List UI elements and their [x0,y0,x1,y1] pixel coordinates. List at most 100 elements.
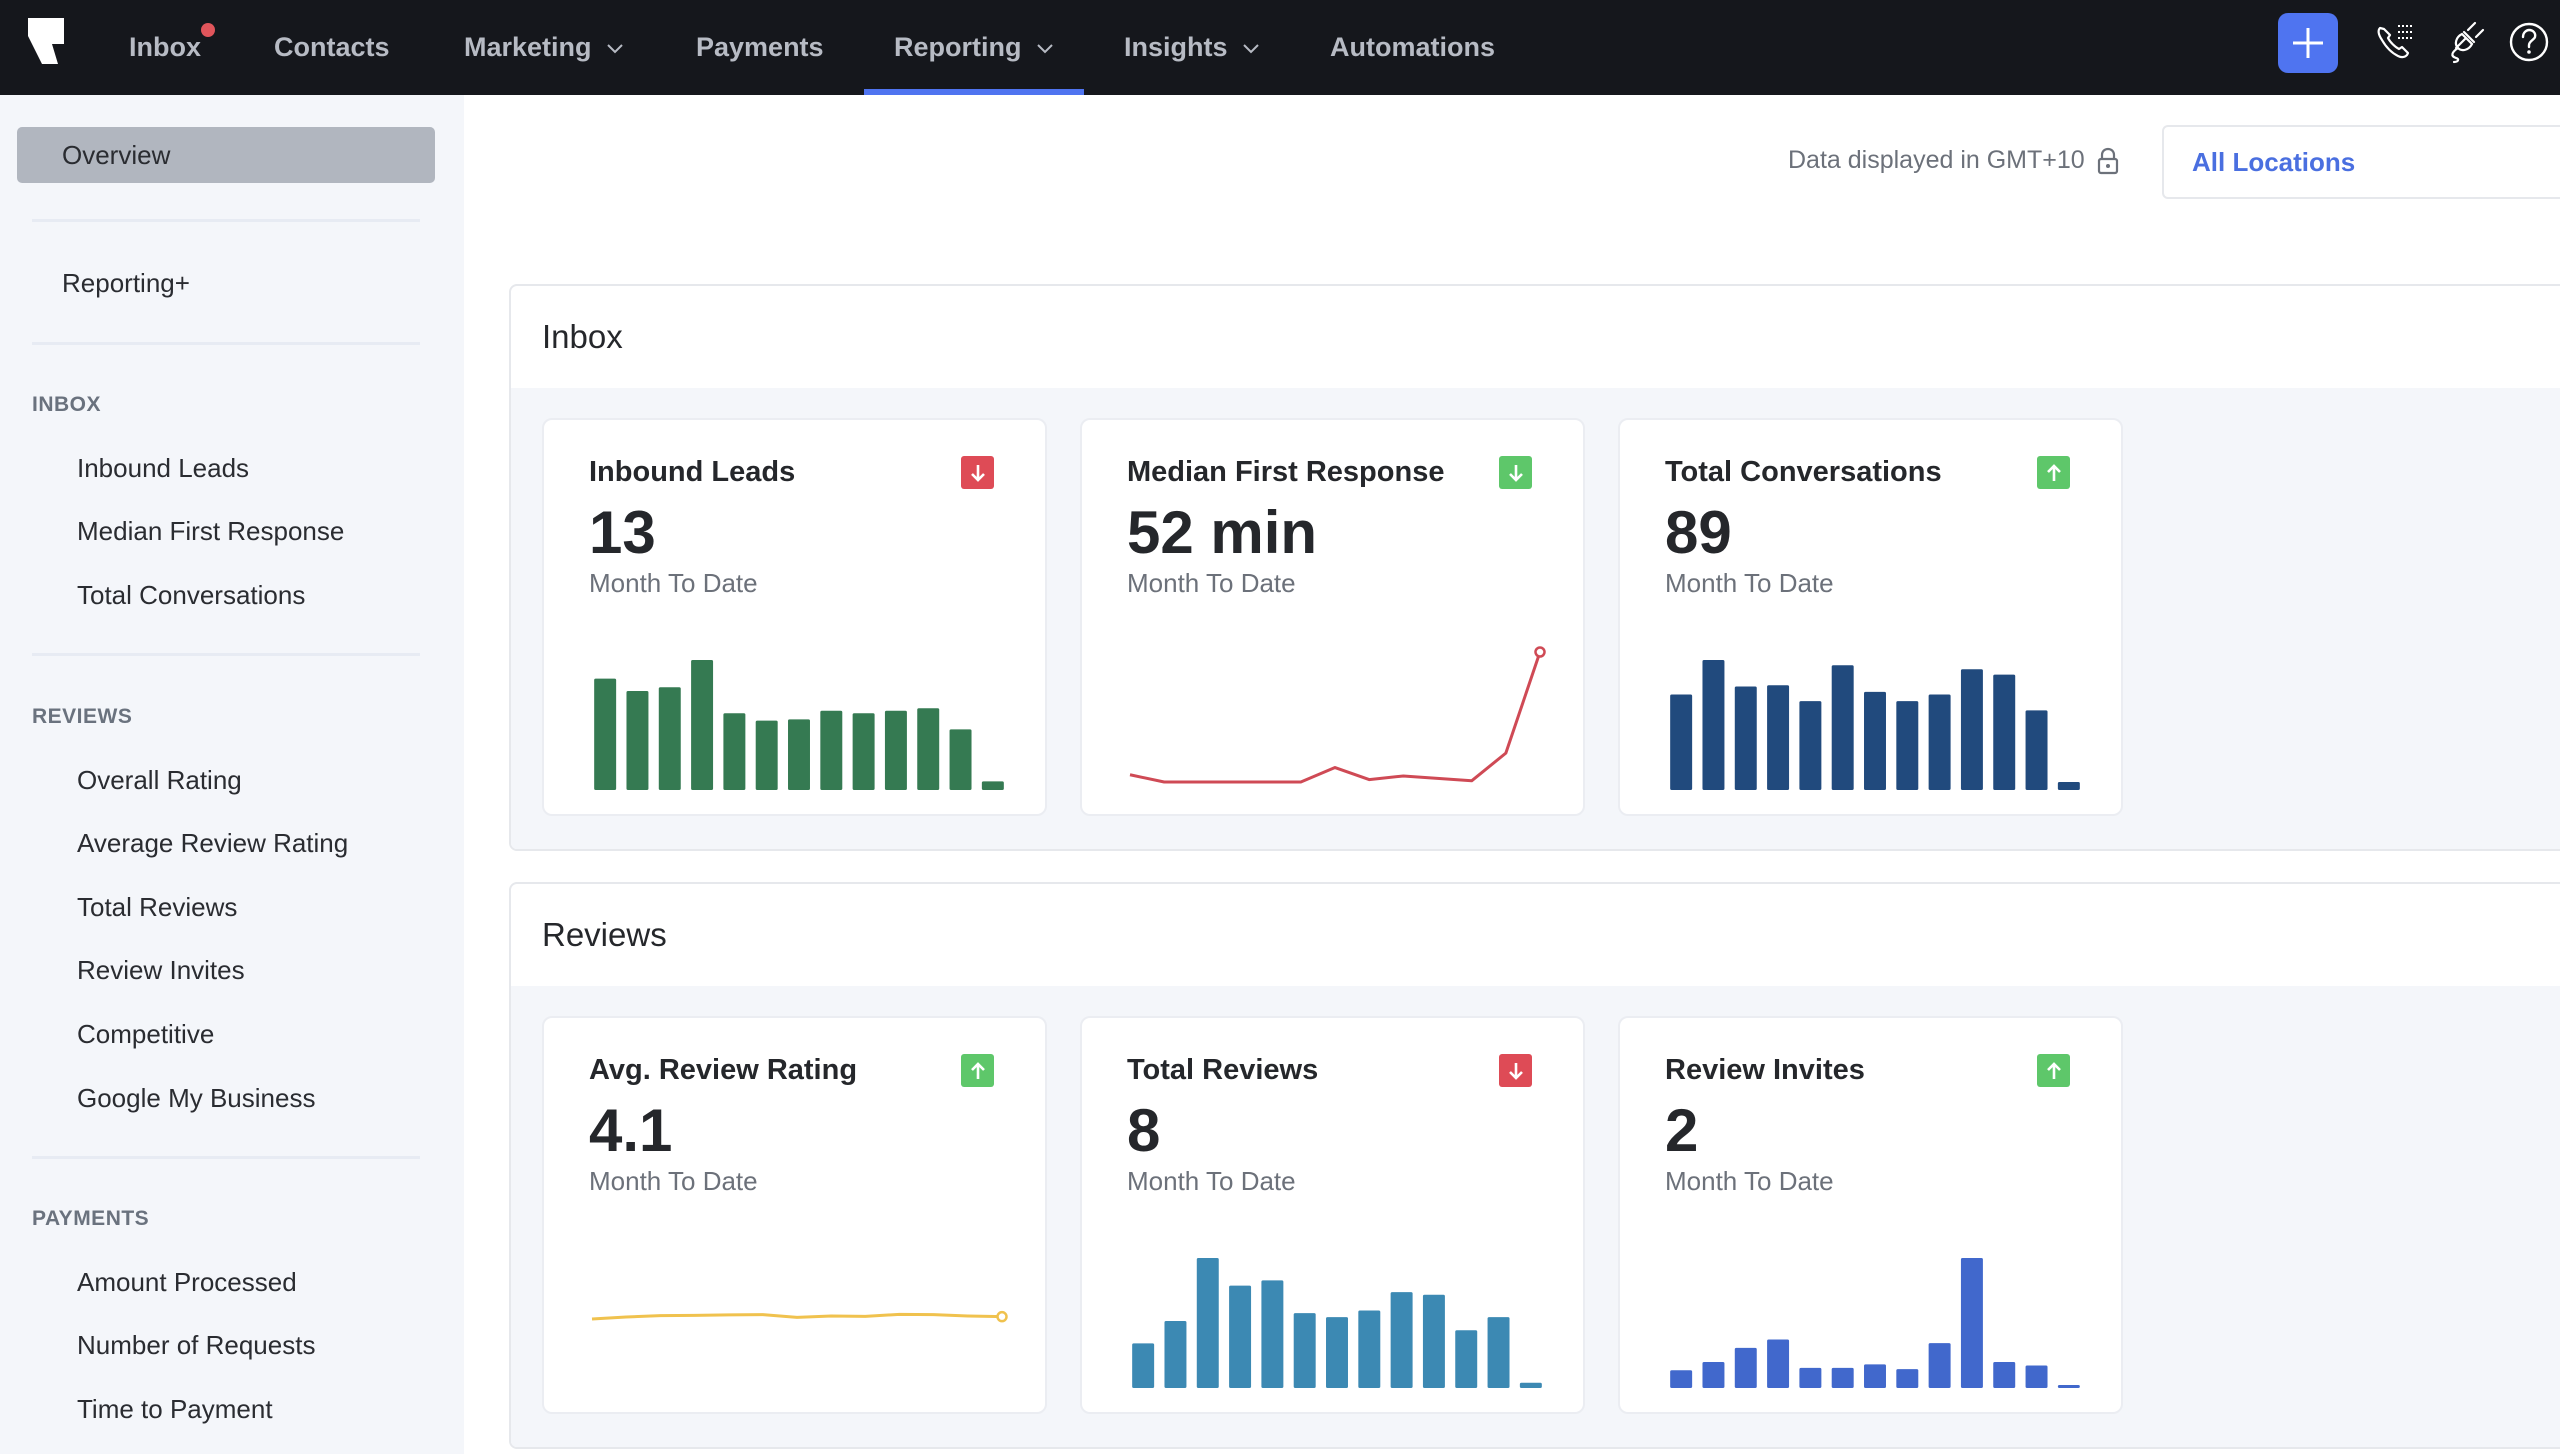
chart-bar [2025,710,2048,790]
nav-reporting[interactable]: Reporting [864,0,1083,95]
metric-card-total-reviews[interactable]: Total Reviews 8 Month To Date [1080,1016,1585,1414]
chart-line [591,1312,1003,1321]
chart-bar [1229,1285,1252,1388]
sidebar-item-inbound-leads[interactable]: Inbound Leads [77,453,249,484]
lock-icon [2097,147,2118,174]
card-period: Month To Date [589,568,758,598]
sidebar-item-overview[interactable]: Overview [17,127,435,183]
sidebar-item-overall-rating[interactable]: Overall Rating [77,765,242,796]
chart-bar [1196,1258,1219,1388]
chart-bar [820,710,843,790]
chevron-down-icon [606,43,623,53]
metric-card-review-invites[interactable]: Review Invites 2 Month To Date [1618,1016,2123,1414]
chart-bar [1799,701,1822,790]
chart-bar [2057,782,2080,790]
card-value: 89 [1665,499,1732,566]
sidebar-item-total-conversations[interactable]: Total Conversations [77,580,305,611]
panel-title: Inbox [542,318,623,355]
chart-bar [1132,1343,1155,1388]
sidebar-item-median-first-response[interactable]: Median First Response [77,516,344,547]
sidebar-heading-payments: PAYMENTS [32,1207,150,1230]
top-navbar: Inbox Contacts Marketing Payments Report… [0,0,2560,95]
chart-line [1129,651,1542,784]
trend-down-badge [1499,456,1532,489]
chart-last-point [996,1310,1008,1323]
nav-payments[interactable]: Payments [696,0,824,95]
nav-insights[interactable]: Insights [1124,0,1260,95]
trend-up-badge [961,1054,994,1087]
nav-inbox[interactable]: Inbox [129,0,215,95]
metric-card-avg-review-rating[interactable]: Avg. Review Rating 4.1 Month To Date [542,1016,1047,1414]
chart-bar [1767,685,1790,790]
nav-contacts-label: Contacts [274,32,390,62]
chart-bar [1422,1294,1445,1388]
sidebar-item-review-invites[interactable]: Review Invites [77,955,245,986]
chart-bar [852,713,875,790]
chart-bar [1993,674,2016,790]
chart-bar [1960,669,1983,790]
plug-icon[interactable] [2442,20,2486,64]
sidebar-item-time-to-payment[interactable]: Time to Payment [77,1394,273,1425]
chart-bar [788,719,810,790]
chart-bar [1390,1292,1413,1388]
chart-bar [1487,1317,1510,1388]
sidebar-item-google-my-business[interactable]: Google My Business [77,1083,315,1114]
chart-bar [1734,686,1757,790]
panel-body: Avg. Review Rating 4.1 Month To Date Tot… [511,986,2560,1447]
sidebar-divider [32,653,420,656]
arrow-down-icon [1508,1062,1523,1080]
chart-bar [1455,1330,1478,1388]
metric-card-inbound-leads[interactable]: Inbound Leads 13 Month To Date [542,418,1047,816]
help-icon[interactable] [2507,20,2551,64]
sidebar-item-competitive[interactable]: Competitive [77,1019,214,1050]
sidebar-item-amount-processed[interactable]: Amount Processed [77,1267,297,1298]
sidebar-item-average-review-rating[interactable]: Average Review Rating [77,828,348,859]
chevron-down-icon [1036,43,1053,53]
nav-automations-label: Automations [1330,32,1495,62]
call-list-icon[interactable] [2374,20,2418,64]
card-title: Total Conversations [1665,456,1942,488]
chart-bar [626,690,649,790]
chart-bar [691,660,714,790]
chart-bar [2057,1385,2080,1388]
nav-marketing-label: Marketing [464,32,592,62]
nav-contacts[interactable]: Contacts [274,0,390,95]
chart-bar [1519,1382,1542,1388]
sidebar-divider [32,1156,420,1159]
chart-bar [917,708,940,790]
chart-bar [1831,665,1854,790]
card-title: Avg. Review Rating [589,1054,858,1086]
metric-card-total-conversations[interactable]: Total Conversations 89 Month To Date [1618,418,2123,816]
panel-body: Inbound Leads 13 Month To Date Median Fi… [511,388,2560,849]
chart-bar [1670,1370,1693,1388]
nav-insights-label: Insights [1124,32,1228,62]
chart-bar [1896,701,1919,790]
sparkline-chart [1670,1258,2080,1388]
chart-bar [1702,660,1725,790]
nav-marketing[interactable]: Marketing [464,0,624,95]
timezone-text: Data displayed in GMT+10 [1788,146,2085,174]
chart-bar [981,781,1004,790]
chart-bar [658,687,681,790]
sparkline-chart [591,1310,1008,1323]
card-title: Inbound Leads [589,456,796,488]
nav-reporting-label: Reporting [894,32,1022,62]
chart-bar [1261,1280,1284,1388]
sparkline-chart [1132,1258,1542,1388]
sidebar-item-number-of-requests[interactable]: Number of Requests [77,1330,315,1361]
sidebar-divider [32,342,420,345]
sidebar-heading-inbox: INBOX [32,393,102,416]
card-value: 4.1 [589,1097,673,1164]
logo-icon[interactable] [28,18,68,66]
add-button[interactable] [2278,13,2338,73]
sidebar-item-reporting-plus[interactable]: Reporting+ [62,268,190,299]
chart-bar [1993,1362,2016,1388]
location-select[interactable]: All Locations [2162,125,2560,199]
sidebar-item-total-reviews[interactable]: Total Reviews [77,892,237,923]
chart-bar [1734,1347,1757,1388]
metric-card-median-first-response[interactable]: Median First Response 52 min Month To Da… [1080,418,1585,816]
card-title: Median First Response [1127,456,1445,488]
nav-automations[interactable]: Automations [1330,0,1495,95]
chart-bar [1670,694,1693,790]
chart-bar [1293,1313,1316,1388]
